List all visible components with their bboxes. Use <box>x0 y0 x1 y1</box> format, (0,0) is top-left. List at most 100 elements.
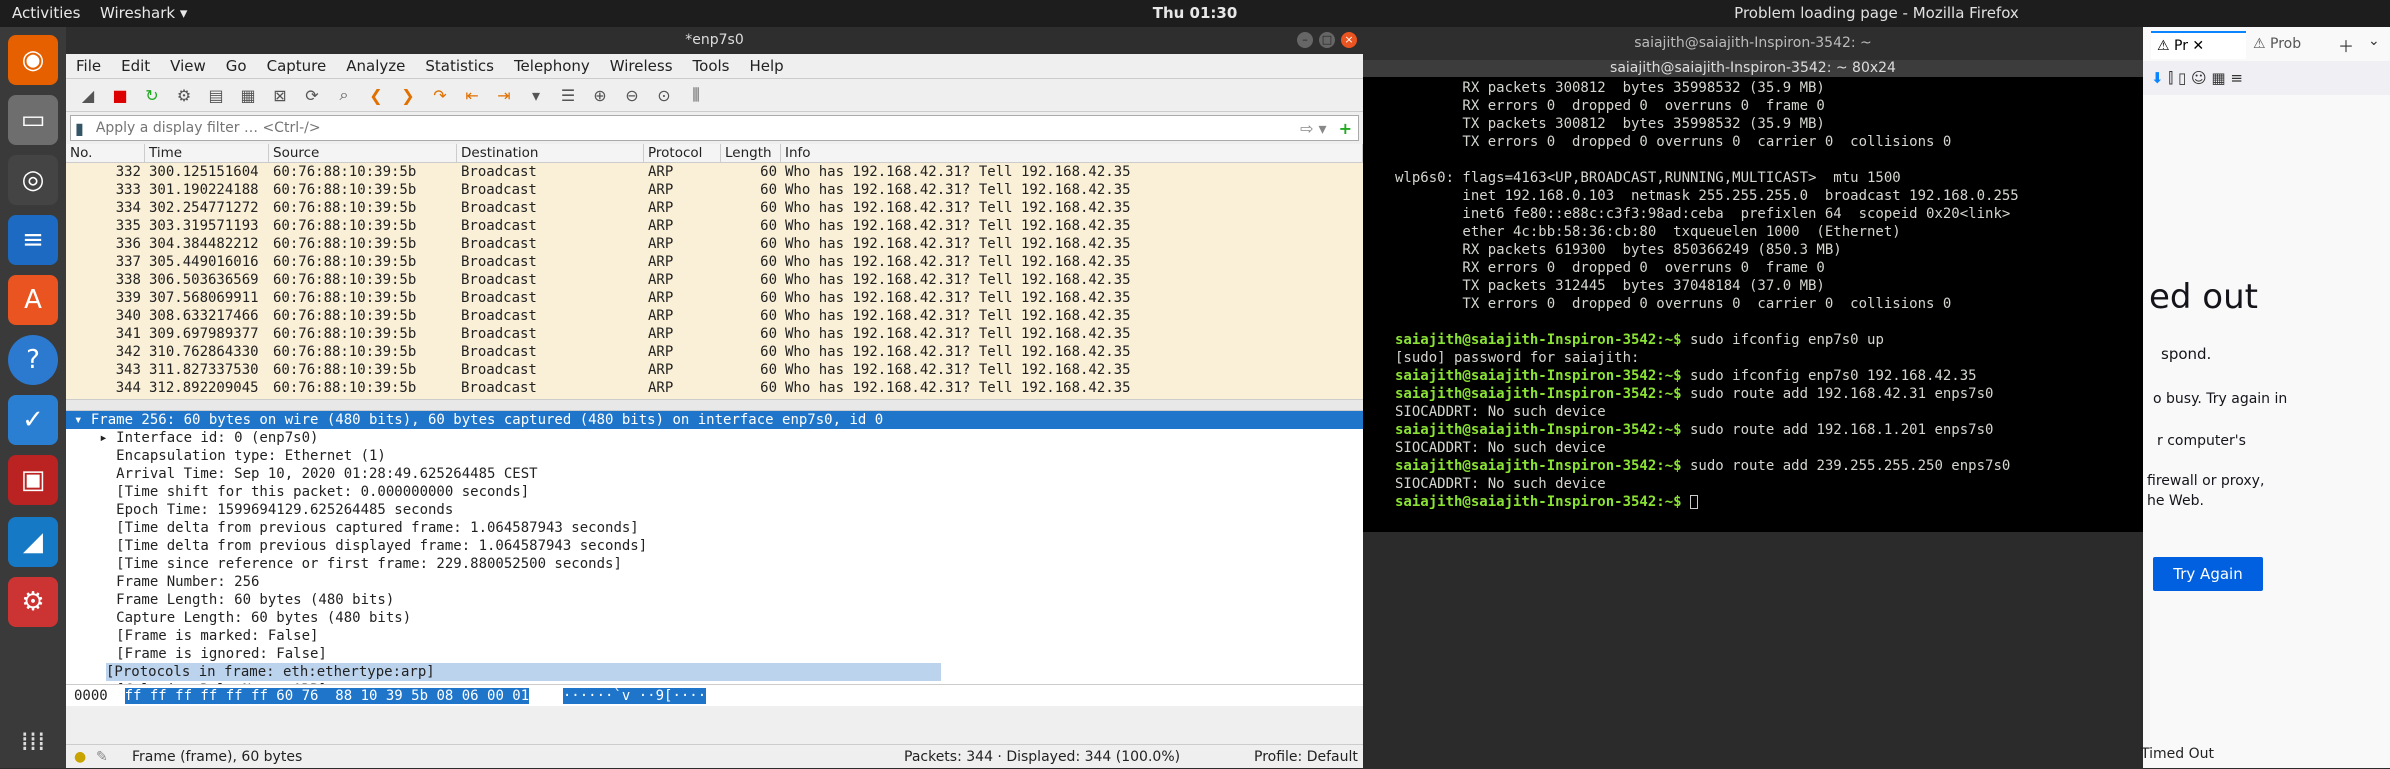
detail-row[interactable]: Epoch Time: 1599694129.625264485 seconds <box>66 501 1363 519</box>
zoom-out-icon[interactable]: ⊖ <box>620 83 644 107</box>
save-file-icon[interactable]: ▦ <box>236 83 260 107</box>
expert-info-icon[interactable]: ● <box>74 745 86 769</box>
library-icon[interactable]: ⫿ <box>2168 69 2173 87</box>
extensions-icon[interactable]: ▦ <box>2211 69 2225 87</box>
capture-options-icon[interactable]: ⚙ <box>172 83 196 107</box>
todo-icon[interactable]: ✓ <box>8 395 58 445</box>
rhythmbox-icon[interactable]: ◎ <box>8 155 58 205</box>
table-row[interactable]: 339 307.568069911 60:76:88:10:39:5b Broadca… <box>66 289 1363 307</box>
detail-row[interactable]: [Time shift for this packet: 0.000000000… <box>66 483 1363 501</box>
menu-statistics[interactable]: Statistics <box>425 54 494 78</box>
table-row[interactable]: 340 308.633217466 60:76:88:10:39:5b Broadca… <box>66 307 1363 325</box>
menu-file[interactable]: File <box>76 54 101 78</box>
column-header[interactable]: Info <box>781 144 1363 162</box>
detail-row[interactable]: [Coloring Rule Name: ARP] <box>66 681 1363 684</box>
open-file-icon[interactable]: ▤ <box>204 83 228 107</box>
bookmark-icon[interactable]: ▮ <box>71 119 88 138</box>
software-icon[interactable]: A <box>8 275 58 325</box>
minimize-button[interactable]: – <box>1297 32 1313 48</box>
table-row[interactable]: 341 309.697989377 60:76:88:10:39:5b Broadca… <box>66 325 1363 343</box>
close-button[interactable]: × <box>1341 32 1357 48</box>
detail-row-highlighted[interactable]: [Protocols in frame: eth:ethertype:arp] <box>106 663 941 681</box>
table-row[interactable]: 334 302.254771272 60:76:88:10:39:5b Broadca… <box>66 199 1363 217</box>
column-header[interactable]: Time <box>145 144 269 162</box>
account-icon[interactable]: ☺ <box>2191 69 2207 87</box>
column-header[interactable]: No. <box>66 144 145 162</box>
detail-row[interactable]: Encapsulation type: Ethernet (1) <box>66 447 1363 465</box>
column-header[interactable]: Protocol <box>644 144 721 162</box>
settings-icon[interactable]: ⚙ <box>8 577 58 627</box>
terminal-icon[interactable]: ▣ <box>8 455 58 505</box>
menu-go[interactable]: Go <box>226 54 247 78</box>
go-to-packet-icon[interactable]: ↷ <box>428 83 452 107</box>
menu-help[interactable]: Help <box>749 54 783 78</box>
column-header[interactable]: Source <box>269 144 457 162</box>
go-back-icon[interactable]: ❮ <box>364 83 388 107</box>
find-packet-icon[interactable]: ⌕ <box>332 83 356 107</box>
autoscroll-icon[interactable]: ▾ <box>524 83 548 107</box>
reload-icon[interactable]: ⟳ <box>300 83 324 107</box>
terminal-output[interactable]: RX packets 300812 bytes 35998532 (35.9 M… <box>1363 77 2143 511</box>
firefox-icon[interactable]: ◉ <box>8 35 58 85</box>
apply-filter-icon[interactable]: ⇨ ▾ <box>1294 119 1333 138</box>
maximize-button[interactable]: □ <box>1319 32 1335 48</box>
download-icon[interactable]: ⬇ <box>2151 69 2164 87</box>
resize-columns-icon[interactable]: ⫼ <box>684 83 708 107</box>
go-forward-icon[interactable]: ❯ <box>396 83 420 107</box>
detail-row[interactable]: Capture Length: 60 bytes (480 bits) <box>66 609 1363 627</box>
menu-view[interactable]: View <box>170 54 206 78</box>
horizontal-scrollbar[interactable] <box>66 399 1363 411</box>
table-row[interactable]: 337 305.449016016 60:76:88:10:39:5b Broadca… <box>66 253 1363 271</box>
new-tab-button[interactable]: ＋ <box>2338 33 2354 57</box>
help-icon[interactable]: ? <box>8 335 58 385</box>
zoom-in-icon[interactable]: ⊕ <box>588 83 612 107</box>
detail-row[interactable]: Frame Length: 60 bytes (480 bits) <box>66 591 1363 609</box>
packet-details[interactable]: ▾ Frame 256: 60 bytes on wire (480 bits)… <box>66 411 1363 684</box>
detail-row[interactable]: [Time delta from previous displayed fram… <box>66 537 1363 555</box>
table-row[interactable]: 335 303.319571193 60:76:88:10:39:5b Broadca… <box>66 217 1363 235</box>
menu-capture[interactable]: Capture <box>267 54 327 78</box>
menu-tools[interactable]: Tools <box>693 54 730 78</box>
menu-wireless[interactable]: Wireless <box>610 54 673 78</box>
status-profile[interactable]: Profile: Default <box>1254 745 1358 769</box>
packet-bytes[interactable]: 0000 ff ff ff ff ff ff 60 76 88 10 39 5b… <box>66 684 1363 706</box>
menu-telephony[interactable]: Telephony <box>514 54 590 78</box>
terminal-window[interactable]: saiajith@saiajith-Inspiron-3542: ~ saiaj… <box>1363 27 2143 532</box>
tab-overflow-icon[interactable]: ⌄ <box>2368 33 2380 49</box>
detail-row-selected[interactable]: ▾ Frame 256: 60 bytes on wire (480 bits)… <box>66 411 1363 429</box>
normal-size-icon[interactable]: ⊙ <box>652 83 676 107</box>
comment-icon[interactable]: ✎ <box>96 745 108 769</box>
files-icon[interactable]: ▭ <box>8 95 58 145</box>
last-packet-icon[interactable]: ⇥ <box>492 83 516 107</box>
fin-icon[interactable]: ◢ <box>76 83 100 107</box>
tab-active[interactable]: ⚠ Pr ✕ <box>2151 31 2246 59</box>
column-header[interactable]: Length <box>721 144 781 162</box>
menu-analyze[interactable]: Analyze <box>346 54 405 78</box>
display-filter-input[interactable] <box>87 117 1295 139</box>
detail-row[interactable]: ▸ Interface id: 0 (enp7s0) <box>66 429 1363 447</box>
menu-icon[interactable]: ≡ <box>2230 69 2243 87</box>
detail-row[interactable]: [Frame is ignored: False] <box>66 645 1363 663</box>
table-row[interactable]: 336 304.384482212 60:76:88:10:39:5b Broadca… <box>66 235 1363 253</box>
table-row[interactable]: 333 301.190224188 60:76:88:10:39:5b Broadca… <box>66 181 1363 199</box>
close-file-icon[interactable]: ⊠ <box>268 83 292 107</box>
detail-row[interactable]: [Frame is marked: False] <box>66 627 1363 645</box>
try-again-button[interactable]: Try Again <box>2153 557 2263 591</box>
packet-list[interactable]: 332 300.125151604 60:76:88:10:39:5b Broadca… <box>66 163 1363 399</box>
first-packet-icon[interactable]: ⇤ <box>460 83 484 107</box>
tab-inactive[interactable]: ⚠ Prob <box>2253 31 2333 59</box>
table-row[interactable]: 332 300.125151604 60:76:88:10:39:5b Broadca… <box>66 163 1363 181</box>
show-apps-icon[interactable]: ⁞⁞⁞ <box>8 717 58 767</box>
detail-row[interactable]: Arrival Time: Sep 10, 2020 01:28:49.6252… <box>66 465 1363 483</box>
wireshark-icon[interactable]: ◢ <box>8 517 58 567</box>
add-filter-button-icon[interactable]: + <box>1333 119 1358 138</box>
writer-icon[interactable]: ≡ <box>8 215 58 265</box>
detail-row[interactable]: Frame Number: 256 <box>66 573 1363 591</box>
table-row[interactable]: 342 310.762864330 60:76:88:10:39:5b Broadca… <box>66 343 1363 361</box>
column-header[interactable]: Destination <box>457 144 644 162</box>
colorize-icon[interactable]: ☰ <box>556 83 580 107</box>
table-row[interactable]: 338 306.503636569 60:76:88:10:39:5b Broadca… <box>66 271 1363 289</box>
menu-edit[interactable]: Edit <box>121 54 150 78</box>
detail-row[interactable]: [Time delta from previous captured frame… <box>66 519 1363 537</box>
restart-capture-icon[interactable]: ↻ <box>140 83 164 107</box>
